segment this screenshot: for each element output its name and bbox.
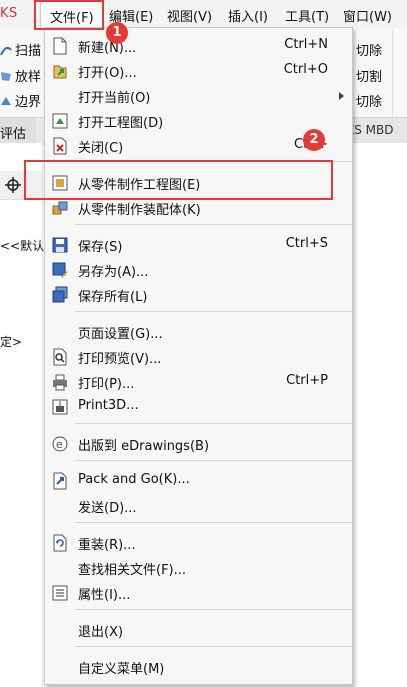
menu-item-print-preview[interactable]: 打印预览(V)...: [45, 345, 352, 369]
menu-item-pack-and-go[interactable]: Pack and Go(K)...: [45, 469, 352, 493]
toolbar-item-cut-3[interactable]: 切除: [356, 91, 382, 110]
submenu-arrow-icon: [339, 92, 344, 100]
menu-item-save[interactable]: 保存(S) Ctrl+S: [45, 233, 352, 257]
close-document-icon: [51, 137, 69, 155]
menu-separator: [75, 522, 352, 523]
menu-tools[interactable]: 工具(T): [285, 6, 329, 25]
menu-item-reload[interactable]: 重装(R)...: [45, 531, 352, 555]
toolbar-item-loft[interactable]: 放样: [0, 66, 41, 85]
toolbar-item-sweep[interactable]: 扫描: [0, 40, 41, 59]
sweep-icon: [0, 44, 12, 56]
graphics-area: [352, 143, 407, 687]
highlight-make-drawing: [24, 160, 333, 200]
menu-item-new[interactable]: 新建(N)... Ctrl+N: [45, 34, 352, 58]
svg-text:e: e: [56, 438, 63, 451]
menu-item-print3d[interactable]: Print3D...: [45, 395, 352, 419]
save-icon: [51, 236, 69, 254]
new-document-icon: [51, 37, 69, 55]
print3d-icon: [51, 398, 69, 416]
menu-separator: [75, 311, 352, 312]
menu-item-save-all[interactable]: 保存所有(L): [45, 283, 352, 307]
menu-item-open-drawing[interactable]: 打开工程图(D): [45, 109, 352, 133]
app-title-fragment: KS: [0, 6, 18, 21]
menu-separator: [75, 423, 352, 424]
feature-tree-panel: [0, 143, 43, 687]
menu-item-publish-edrawings[interactable]: e 出版到 eDrawings(B): [45, 432, 352, 456]
menu-separator: [75, 460, 352, 461]
file-menu-dropdown: 新建(N)... Ctrl+N 打开(O)... Ctrl+O 打开当前(O) …: [44, 27, 353, 685]
menu-item-open[interactable]: 打开(O)... Ctrl+O: [45, 59, 352, 83]
menu-separator: [75, 224, 352, 225]
menu-item-open-current[interactable]: 打开当前(O): [45, 84, 352, 108]
menu-insert[interactable]: 插入(I): [228, 6, 268, 25]
menu-item-save-as[interactable]: 另存为(A)...: [45, 258, 352, 282]
menu-window[interactable]: 窗口(W): [343, 6, 392, 25]
config-label-2: 定>: [0, 335, 23, 349]
open-drawing-icon: [51, 112, 69, 130]
highlight-file-menu: [34, 0, 104, 30]
save-as-icon: [51, 261, 69, 279]
boundary-icon: [0, 95, 12, 107]
tab-evaluate[interactable]: 评估: [0, 118, 36, 144]
toolbar-item-cut-2[interactable]: 切割: [356, 66, 382, 85]
menu-item-exit[interactable]: 退出(X): [45, 618, 352, 642]
menu-item-page-setup[interactable]: 页面设置(G)...: [45, 320, 352, 344]
loft-icon: [0, 70, 12, 82]
edrawings-icon: e: [51, 435, 69, 453]
properties-icon: [51, 584, 69, 602]
menu-item-properties[interactable]: 属性(I)...: [45, 581, 352, 605]
config-label: <<默认: [0, 239, 45, 253]
printer-icon: [51, 373, 69, 391]
menu-item-send[interactable]: 发送(D)...: [45, 494, 352, 518]
step-badge-2: 2: [303, 129, 325, 151]
open-arrow-icon: [51, 62, 69, 80]
menu-item-print[interactable]: 打印(P)... Ctrl+P: [45, 370, 352, 394]
reload-icon: [51, 534, 69, 552]
crosshair-icon[interactable]: [5, 177, 21, 193]
step-badge-1: 1: [106, 22, 128, 44]
menu-item-find-references[interactable]: 查找相关文件(F)...: [45, 556, 352, 580]
menu-separator: [75, 609, 352, 610]
pack-and-go-icon: [51, 472, 69, 490]
make-assembly-icon: [51, 199, 69, 217]
menu-separator: [75, 646, 352, 647]
save-all-icon: [51, 286, 69, 304]
print-preview-icon: [51, 348, 69, 366]
menu-view[interactable]: 视图(V): [167, 6, 212, 25]
menu-item-customize-menu[interactable]: 自定义菜单(M): [45, 655, 352, 679]
toolbar-item-cut-1[interactable]: 切除: [356, 40, 382, 59]
toolbar-item-boundary[interactable]: 边界: [0, 91, 41, 110]
toolbar-divider: [392, 30, 407, 116]
